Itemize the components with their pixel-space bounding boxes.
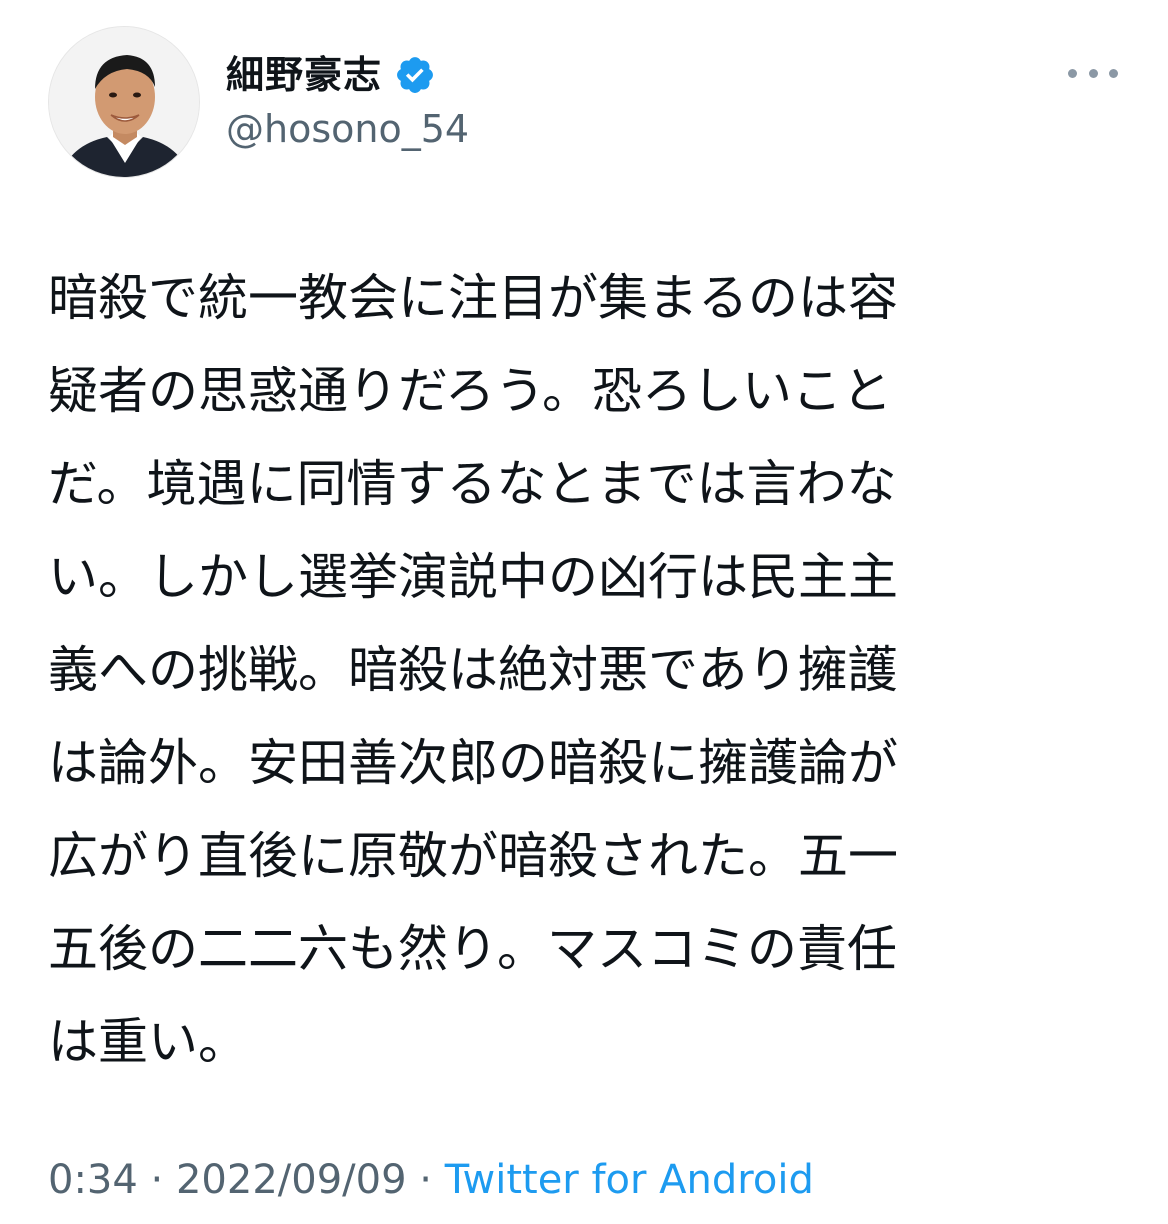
more-dot: [1109, 68, 1118, 78]
tweet-date[interactable]: 2022/09/09: [176, 1157, 407, 1203]
more-dot: [1088, 68, 1098, 78]
tweet-text-line: 五後の二二六も然り。マスコミの責任: [48, 920, 897, 978]
more-dot: [1068, 68, 1077, 78]
tweet-text-line: 暗殺で統一教会に注目が集まるのは容: [48, 269, 898, 327]
meta-separator: ·: [406, 1157, 445, 1203]
tweet-text-line: 広がり直後に原敬が暗殺された。五一: [48, 827, 898, 885]
tweet-source-link[interactable]: Twitter for Android: [445, 1157, 814, 1203]
author-display-name[interactable]: 細野豪志: [226, 56, 382, 94]
profile-photo-icon: [49, 27, 199, 177]
tweet-text-line: だ。境遇に同情するなとまでは言わな: [48, 455, 897, 513]
meta-separator: ·: [137, 1157, 176, 1203]
tweet-detail: 細野豪志 @hosono_54 暗殺で統一教会に注目が集まるのは容 疑者の思惑通…: [0, 0, 1168, 1224]
avatar[interactable]: [48, 26, 200, 178]
tweet-time[interactable]: 0:34: [48, 1157, 138, 1203]
author-name-row[interactable]: 細野豪志: [226, 50, 436, 100]
tweet-text: 暗殺で統一教会に注目が集まるのは容 疑者の思惑通りだろう。恐ろしいこと だ。境遇…: [48, 252, 1108, 1089]
tweet-text-line: は重い。: [48, 1013, 248, 1071]
tweet-text-line: 疑者の思惑通りだろう。恐ろしいこと: [48, 362, 892, 420]
tweet-metadata: 0:34 · 2022/09/09 · Twitter for Android: [48, 1158, 814, 1202]
verified-badge-icon: [397, 57, 433, 93]
tweet-text-line: 義への挑戦。暗殺は絶対悪であり擁護: [48, 641, 898, 699]
author-handle[interactable]: @hosono_54: [226, 110, 469, 148]
tweet-text-line: い。しかし選挙演説中の凶行は民主主: [48, 548, 898, 606]
more-horizontal-icon[interactable]: [1068, 58, 1118, 88]
tweet-text-line: は論外。安田善次郎の暗殺に擁護論が: [48, 734, 898, 792]
